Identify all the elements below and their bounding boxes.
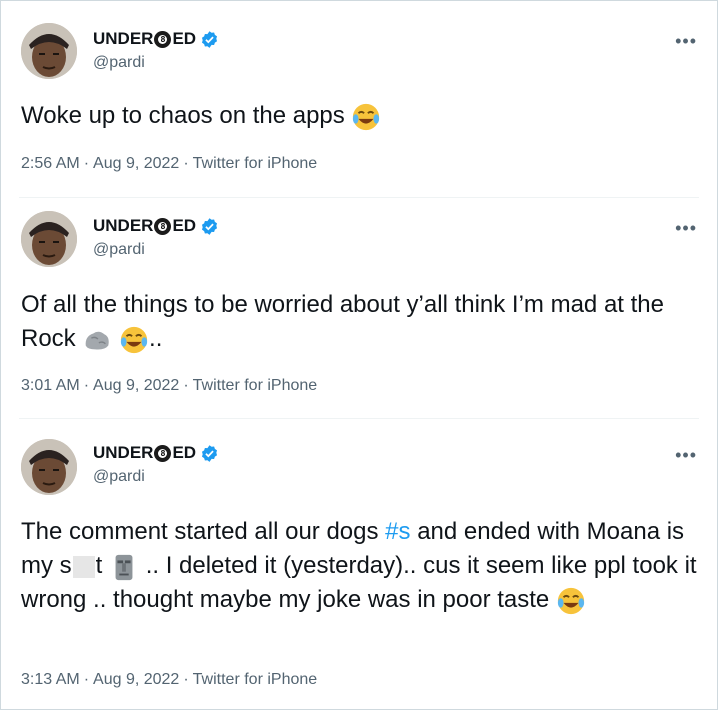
tweet-text: Woke up to chaos on the apps bbox=[21, 99, 701, 133]
tweet-source[interactable]: Twitter for iPhone bbox=[193, 671, 318, 688]
censor-blur bbox=[72, 555, 95, 578]
author-name[interactable]: UNDER 8 ED bbox=[93, 216, 196, 236]
author-handle[interactable]: @pardi bbox=[93, 468, 145, 486]
tweet-text: The comment started all our dogs #s and … bbox=[21, 515, 701, 617]
tears-of-joy-emoji bbox=[353, 103, 380, 130]
tweet-time[interactable]: 2:56 AM bbox=[21, 155, 80, 172]
tears-of-joy-emoji bbox=[120, 326, 148, 353]
author-name-row[interactable]: UNDER 8 ED bbox=[93, 443, 219, 463]
tweet-date[interactable]: Aug 9, 2022 bbox=[93, 155, 179, 172]
avatar-image bbox=[21, 211, 77, 267]
eight-ball-icon: 8 bbox=[154, 217, 172, 235]
author-name[interactable]: UNDER 8 ED bbox=[93, 29, 196, 49]
author-handle[interactable]: @pardi bbox=[93, 54, 145, 72]
hashtag-link[interactable]: #s bbox=[385, 518, 410, 545]
verified-badge-icon bbox=[202, 217, 218, 235]
tweet-meta: 2:56 AM · Aug 9, 2022 · Twitter for iPhone bbox=[21, 155, 318, 172]
avatar[interactable] bbox=[21, 211, 77, 267]
more-options-button[interactable]: ••• bbox=[675, 445, 697, 466]
eight-ball-icon: 8 bbox=[154, 444, 172, 462]
tweet-text: Of all the things to be worried about y’… bbox=[21, 288, 701, 356]
tweet-feed: UNDER 8 ED @pardi ••• Woke up to chaos o… bbox=[0, 0, 718, 710]
tweet-2[interactable]: UNDER 8 ED @pardi ••• Of all the things … bbox=[1, 198, 717, 418]
author-handle[interactable]: @pardi bbox=[93, 241, 145, 259]
tweet-date[interactable]: Aug 9, 2022 bbox=[93, 377, 179, 394]
tweet-1[interactable]: UNDER 8 ED @pardi ••• Woke up to chaos o… bbox=[1, 1, 717, 197]
tweet-date[interactable]: Aug 9, 2022 bbox=[93, 671, 179, 688]
tweet-time[interactable]: 3:01 AM bbox=[21, 377, 80, 394]
rock-emoji bbox=[86, 331, 110, 350]
verified-badge-icon bbox=[202, 444, 218, 462]
verified-badge-icon bbox=[202, 30, 218, 48]
moai-emoji bbox=[115, 554, 133, 580]
tweet-time[interactable]: 3:13 AM bbox=[21, 671, 80, 688]
author-name[interactable]: UNDER 8 ED bbox=[93, 443, 196, 463]
avatar[interactable] bbox=[21, 439, 77, 495]
more-options-button[interactable]: ••• bbox=[675, 31, 697, 52]
author-name-row[interactable]: UNDER 8 ED bbox=[93, 216, 219, 236]
avatar-image bbox=[21, 439, 77, 495]
tweet-source[interactable]: Twitter for iPhone bbox=[193, 377, 318, 394]
author-name-row[interactable]: UNDER 8 ED bbox=[93, 29, 219, 49]
eight-ball-icon: 8 bbox=[154, 30, 172, 48]
avatar[interactable] bbox=[21, 23, 77, 79]
tears-of-joy-emoji bbox=[557, 587, 585, 614]
avatar-image bbox=[21, 23, 77, 79]
more-options-button[interactable]: ••• bbox=[675, 218, 697, 239]
tweet-meta: 3:13 AM · Aug 9, 2022 · Twitter for iPhone bbox=[21, 671, 318, 688]
tweet-source[interactable]: Twitter for iPhone bbox=[193, 155, 318, 172]
tweet-3[interactable]: UNDER 8 ED @pardi ••• The comment starte… bbox=[1, 419, 717, 711]
tweet-meta: 3:01 AM · Aug 9, 2022 · Twitter for iPhone bbox=[21, 377, 318, 394]
